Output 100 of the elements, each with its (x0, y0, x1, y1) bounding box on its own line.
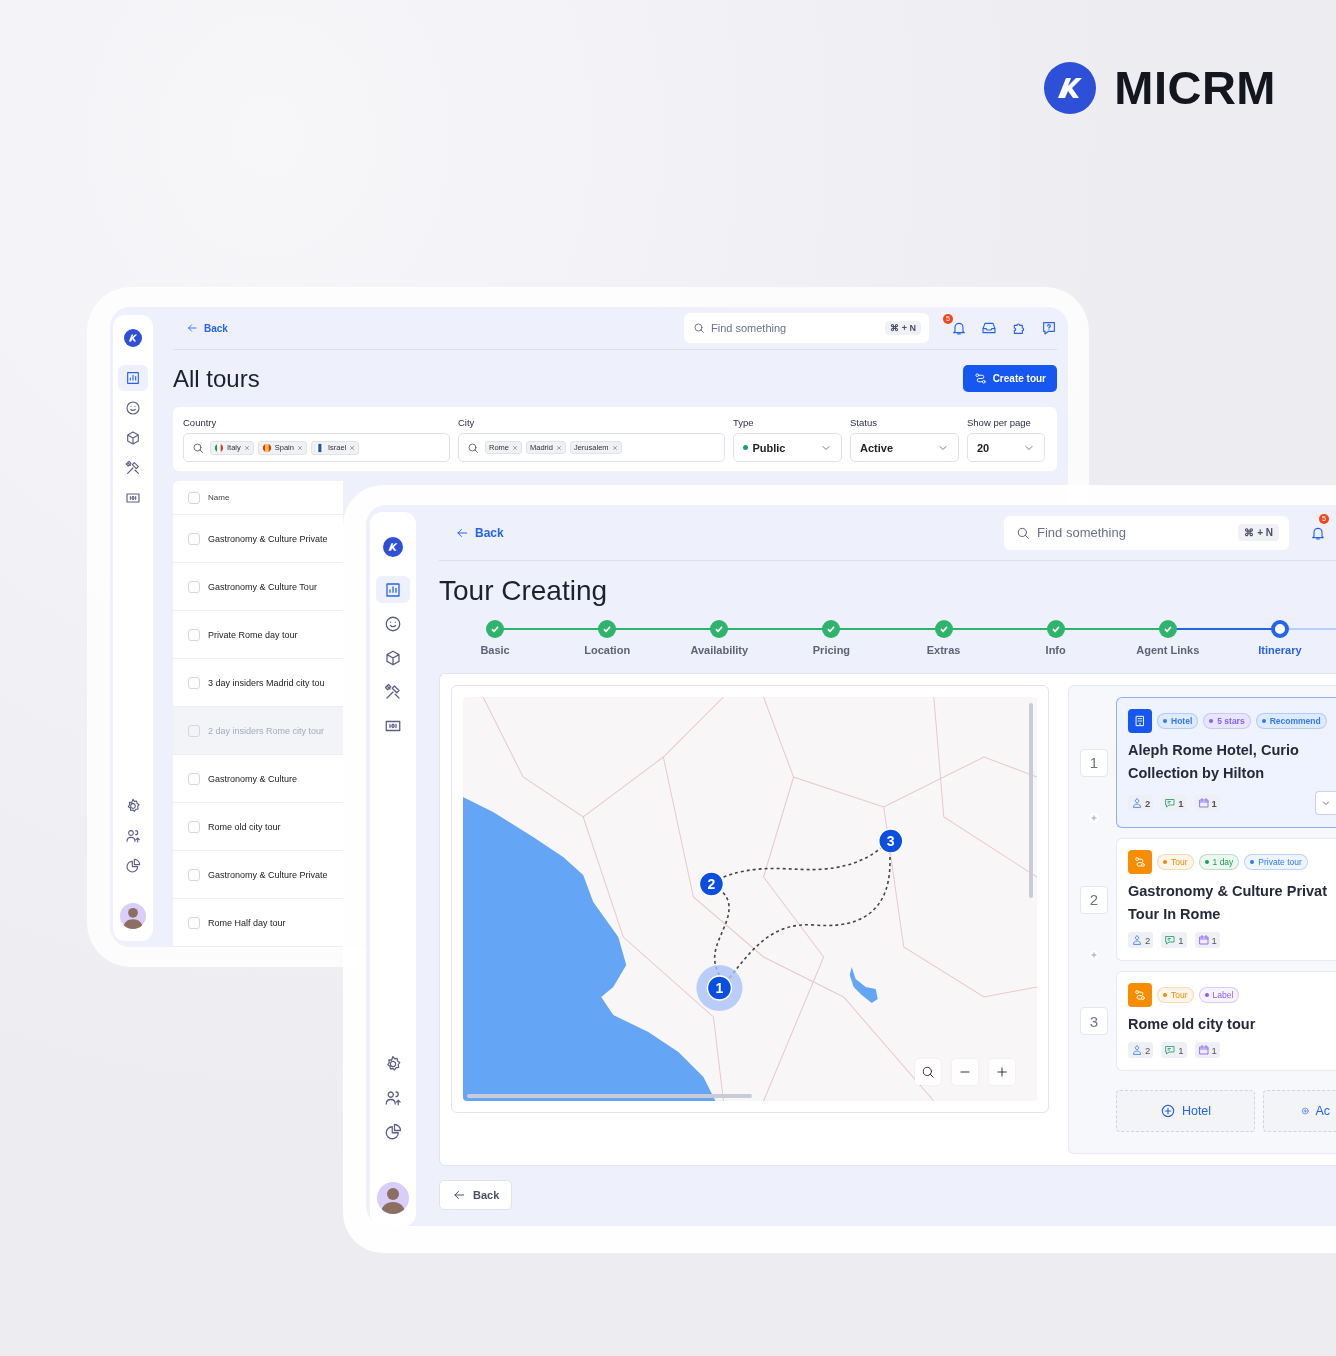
search-button[interactable] (915, 1059, 941, 1085)
itinerary-card[interactable]: Hotel 5 stars Recommend Aleph Rome Hotel, Curio Collection by Hilton 2 1 1 (1116, 697, 1336, 828)
person-icon (1131, 1044, 1143, 1056)
stat-count: 2 (1145, 1044, 1151, 1056)
zoom-in-button[interactable] (989, 1059, 1015, 1085)
close-icon[interactable] (611, 444, 618, 451)
close-icon[interactable] (555, 444, 562, 451)
bell-icon[interactable] (951, 320, 967, 337)
step-number: 3 (1080, 1007, 1108, 1035)
field-label: Type (733, 417, 755, 428)
logo-icon (124, 329, 142, 347)
step-label[interactable]: Itinerary (1258, 644, 1302, 656)
route-drawing (1133, 988, 1147, 1002)
stat-count: 1 (1211, 1044, 1217, 1056)
step-label[interactable]: Location (584, 644, 631, 656)
map-view[interactable]: 1 2 3 (463, 697, 1037, 1101)
tour-name: 3 day insiders Madrid city tou (208, 677, 325, 688)
checkbox[interactable] (188, 676, 200, 689)
add-icon[interactable] (1089, 812, 1099, 823)
tag-label: Hotel (1171, 716, 1193, 726)
scrollbar[interactable] (1029, 703, 1033, 898)
tour-name: Rome Half day tour (208, 917, 286, 928)
map-marker[interactable]: 2 (698, 871, 725, 897)
puzzle-icon[interactable] (1011, 320, 1027, 337)
step-label[interactable]: Pricing (812, 644, 851, 656)
checkbox[interactable] (188, 820, 200, 833)
tools-icon (125, 460, 141, 476)
map-marker[interactable]: 3 (877, 828, 904, 854)
tour-name: Gastronomy & Culture Private (208, 533, 328, 544)
search-icon (1016, 525, 1030, 540)
checkbox[interactable] (188, 868, 200, 881)
checkbox[interactable] (188, 532, 200, 545)
tag-label: 5 stars (1217, 716, 1245, 726)
sidebar-item[interactable] (118, 365, 148, 391)
stat-count: 2 (1145, 934, 1151, 946)
tour-name: Private Rome day tour (208, 629, 298, 640)
map-marker[interactable]: 1 (696, 965, 743, 1011)
back-link[interactable]: Back (186, 322, 228, 335)
step-label[interactable]: Basic (480, 644, 510, 656)
flag-icon (314, 442, 325, 453)
shortcut-hint: ⌘ + N (1238, 524, 1279, 541)
field-label: Show per page (967, 417, 1032, 428)
per-page-dropdown[interactable]: 20 (967, 433, 1045, 462)
route-drawing (1133, 855, 1147, 869)
smiley-icon (125, 400, 141, 416)
sidebar-item[interactable] (376, 576, 410, 603)
avatar[interactable] (377, 1182, 409, 1214)
flag-icon (214, 442, 224, 453)
tag-label: Private tour (1258, 857, 1302, 867)
checkbox[interactable] (188, 491, 200, 504)
calendar-icon (1197, 934, 1210, 946)
close-icon[interactable] (296, 444, 303, 451)
search-icon (693, 322, 705, 335)
close-icon[interactable] (349, 444, 356, 451)
close-icon[interactable] (243, 444, 250, 451)
close-icon[interactable] (512, 444, 518, 451)
field-label: Status (850, 417, 878, 428)
smiley-icon (384, 614, 402, 633)
logo-icon (1044, 61, 1097, 114)
route-icon (973, 372, 987, 386)
itinerary-card[interactable]: Tour 1 day Private tour Gastronomy & Culture Privat Tour In Rome 2 1 1 (1116, 838, 1336, 961)
step-label[interactable]: Agent Links (1136, 644, 1200, 656)
type-dropdown[interactable]: Public (733, 433, 842, 462)
tag-label: Tour (1171, 990, 1188, 1000)
back-button[interactable]: Back (439, 1180, 513, 1210)
add-icon[interactable] (1089, 949, 1099, 960)
status-dropdown[interactable]: Active (850, 433, 959, 462)
add-button[interactable]: Ac (1263, 1090, 1336, 1132)
status-dot (743, 445, 748, 450)
add-button[interactable]: Hotel (1116, 1090, 1255, 1132)
page-title: All tours (173, 364, 260, 393)
lake-area (849, 967, 878, 1003)
flag-icon (261, 442, 272, 453)
checkbox[interactable] (188, 580, 200, 593)
search-field[interactable]: Find something ⌘ + N (1004, 515, 1289, 550)
step-label[interactable]: Availability (690, 644, 749, 656)
building-drawing (1133, 714, 1147, 728)
itinerary-card[interactable]: Tour Label Rome old city tour 2 1 1 (1116, 971, 1336, 1071)
step-label[interactable]: Extras (926, 644, 961, 656)
step-label[interactable]: Info (1045, 644, 1066, 656)
ticket-icon (125, 490, 141, 506)
scrollbar[interactable] (467, 1094, 752, 1098)
shortcut-hint: ⌘ + N (885, 321, 921, 336)
search-field[interactable]: Find something ⌘ + N (684, 313, 929, 344)
avatar[interactable] (120, 903, 146, 929)
field-label: City (458, 417, 476, 428)
tour-name: Gastronomy & Culture Tour (208, 581, 317, 592)
help-chat-icon[interactable] (1041, 320, 1057, 337)
checkbox[interactable] (188, 628, 200, 641)
cube-icon (125, 430, 141, 446)
card-title: Gastronomy & Culture Privat Tour In Rome (1128, 882, 1328, 924)
chat-icon (1164, 797, 1177, 809)
create-tour-button[interactable]: Create tour (962, 365, 1057, 393)
back-link[interactable]: Back (455, 525, 504, 540)
arrow-left-icon (186, 322, 198, 335)
stat-count: 2 (1145, 797, 1151, 809)
checkbox[interactable] (188, 916, 200, 929)
checkbox[interactable] (188, 772, 200, 785)
zoom-out-button[interactable] (952, 1059, 978, 1085)
plus-circle-icon (1159, 1103, 1176, 1119)
